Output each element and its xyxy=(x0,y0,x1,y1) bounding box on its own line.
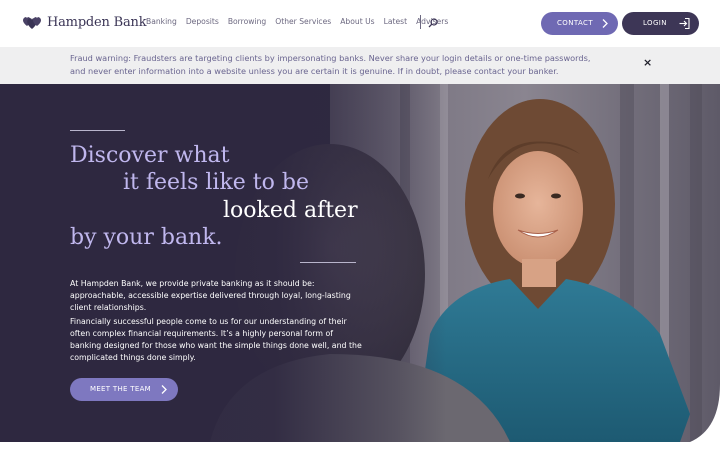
brand-name: Hampden Bank xyxy=(47,14,147,30)
chevron-right-icon xyxy=(161,385,167,394)
main-nav: Banking Deposits Borrowing Other Service… xyxy=(146,17,457,26)
page-bottom-strip xyxy=(0,442,720,450)
fraud-warning-text: Fraud warning: Fraudsters are targeting … xyxy=(70,53,591,76)
site-header: Hampden Bank Banking Deposits Borrowing … xyxy=(0,0,720,47)
fraud-warning-banner: Fraud warning: Fraudsters are targeting … xyxy=(0,47,720,84)
nav-item-about-us[interactable]: About Us xyxy=(340,17,374,26)
hero-body: Financially successful people come to us… xyxy=(70,317,362,362)
nav-item-banking[interactable]: Banking xyxy=(146,17,177,26)
meet-the-team-label: MEET THE TEAM xyxy=(90,385,152,393)
login-arrow-icon xyxy=(679,17,690,30)
nav-item-other-services[interactable]: Other Services xyxy=(275,17,331,26)
hero-section: Discover what it feels like to be looked… xyxy=(0,84,720,442)
contact-button[interactable]: CONTACT xyxy=(541,12,618,35)
headline-rule-top xyxy=(70,130,125,131)
nav-item-deposits[interactable]: Deposits xyxy=(186,17,219,26)
headline-line-2: it feels like to be xyxy=(123,170,309,195)
meet-the-team-button[interactable]: MEET THE TEAM xyxy=(70,378,178,401)
contact-button-label: CONTACT xyxy=(557,19,593,27)
nav-item-latest[interactable]: Latest xyxy=(384,17,407,26)
heart-logo-icon xyxy=(23,17,41,29)
close-icon[interactable]: × xyxy=(643,56,652,69)
search-icon[interactable] xyxy=(428,18,438,28)
chevron-right-icon xyxy=(602,19,608,28)
hero-intro: At Hampden Bank, we provide private bank… xyxy=(70,279,351,312)
login-button-label: LOGIN xyxy=(643,19,667,27)
headline-line-4: by your bank. xyxy=(70,225,223,250)
login-button[interactable]: LOGIN xyxy=(622,12,699,35)
nav-item-borrowing[interactable]: Borrowing xyxy=(228,17,266,26)
headline-line-1: Discover what xyxy=(70,143,230,168)
brand-logo[interactable]: Hampden Bank xyxy=(22,14,147,30)
headline-line-3: looked after xyxy=(223,198,358,223)
nav-divider xyxy=(420,15,421,29)
headline-rule-bottom xyxy=(300,262,356,263)
